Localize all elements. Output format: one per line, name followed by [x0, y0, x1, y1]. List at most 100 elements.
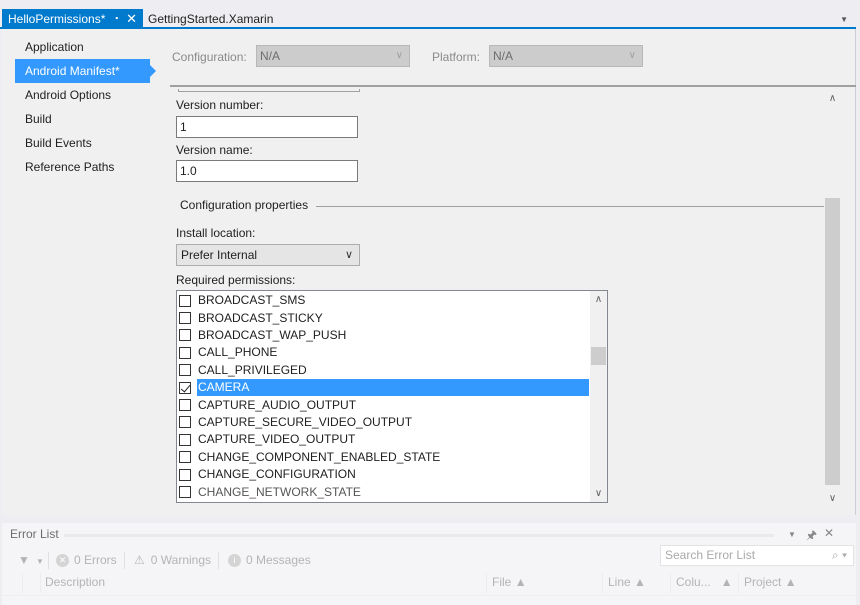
permission-checkbox[interactable]	[179, 433, 191, 446]
tab-getting-started[interactable]: GettingStarted.Xamarin	[146, 9, 273, 28]
permission-row[interactable]: CAPTURE_AUDIO_OUTPUT	[179, 396, 589, 413]
divider	[2, 595, 856, 596]
permissions-list[interactable]: BROADCAST_SMS BROADCAST_STICKY BROADCAST_W…	[176, 290, 608, 503]
column-label: Colu...	[676, 575, 711, 589]
properties-nav: Application Android Manifest* Android Op…	[2, 29, 162, 515]
nav-item-build-events[interactable]: Build Events	[25, 133, 92, 153]
scroll-down-icon[interactable]: ∨	[590, 485, 607, 502]
pin-icon[interactable]: ⬝	[115, 13, 118, 24]
permission-checkbox[interactable]	[179, 312, 191, 325]
warning-icon: ⚠	[134, 553, 145, 567]
permission-checkbox[interactable]	[179, 468, 191, 481]
permission-checkbox[interactable]	[179, 451, 191, 464]
permission-row[interactable]: BROADCAST_STICKY	[179, 309, 589, 326]
dropdown-arrow-icon[interactable]: ▼	[840, 15, 848, 24]
scroll-down-icon[interactable]: ∨	[824, 490, 841, 507]
configuration-label: Configuration:	[172, 50, 247, 64]
sort-asc-icon: ▲	[514, 575, 527, 589]
scrollbar-thumb[interactable]	[591, 347, 606, 365]
install-location-select[interactable]: Prefer Internal ∨	[176, 244, 360, 266]
configuration-properties-title: Configuration properties	[180, 198, 309, 212]
platform-select[interactable]: N/A ∨	[489, 45, 643, 67]
page-scrollbar[interactable]: ∧ ∨	[824, 87, 841, 504]
chevron-down-icon: ∨	[628, 50, 636, 61]
permission-name: CHANGE_NETWORK_STATE	[198, 484, 361, 499]
error-list-panel: Error List ▼ 🖈 ✕ ▼ ▼ ✕ 0 Errors ⚠ 0 Warn…	[2, 523, 856, 605]
scroll-up-icon[interactable]: ∧	[824, 90, 841, 107]
configuration-select[interactable]: N/A ∨	[256, 45, 410, 67]
search-error-list-input[interactable]: Search Error List ⌕ ▾	[660, 545, 854, 566]
permission-row[interactable]: BROADCAST_WAP_PUSH	[179, 327, 589, 344]
permission-row[interactable]: CHANGE_NETWORK_STATE	[179, 483, 589, 500]
permission-name: CAPTURE_AUDIO_OUTPUT	[198, 397, 357, 412]
warnings-count: 0 Warnings	[150, 553, 212, 567]
column-header-project[interactable]: Project ▲	[744, 575, 797, 589]
separator	[124, 552, 125, 569]
permission-checkbox[interactable]	[179, 399, 191, 412]
sort-asc-icon: ▲	[784, 575, 797, 589]
nav-item-android-manifest[interactable]: Android Manifest*	[15, 59, 156, 83]
permission-checkbox[interactable]	[179, 416, 191, 429]
manifest-content: Version number: 1 Version name: 1.0 Conf…	[170, 87, 824, 515]
column-header-line[interactable]: Line ▲	[608, 575, 646, 589]
scrollbar-thumb[interactable]	[825, 198, 840, 485]
scroll-up-icon[interactable]: ∧	[590, 291, 607, 308]
install-location-label: Install location:	[176, 226, 256, 240]
panel-grip[interactable]	[64, 534, 774, 537]
permission-name: BROADCAST_WAP_PUSH	[198, 327, 347, 342]
version-number-input[interactable]: 1	[176, 116, 358, 138]
nav-item-application[interactable]: Application	[25, 37, 84, 57]
sort-asc-icon: ▲	[634, 575, 646, 589]
platform-label: Platform:	[432, 50, 481, 64]
close-icon[interactable]: ✕	[126, 11, 137, 27]
tab-hello-permissions[interactable]: HelloPermissions* ⬝ ✕	[2, 9, 143, 28]
messages-filter-button[interactable]: i 0 Messages	[228, 553, 311, 567]
nav-item-build[interactable]: Build	[25, 109, 52, 129]
configuration-value: N/A	[260, 49, 281, 63]
permission-checkbox[interactable]	[179, 329, 191, 342]
version-name-input[interactable]: 1.0	[176, 160, 358, 182]
permission-checkbox[interactable]	[179, 486, 191, 499]
search-placeholder: Search Error List	[665, 548, 756, 562]
column-separator	[40, 573, 41, 593]
permission-row[interactable]: CALL_PHONE	[179, 344, 589, 361]
error-list-title: Error List	[10, 527, 59, 541]
permission-row[interactable]: CHANGE_COMPONENT_ENABLED_STATE	[179, 449, 589, 466]
permission-row[interactable]: CAPTURE_SECURE_VIDEO_OUTPUT	[179, 414, 589, 431]
errors-count: 0 Errors	[74, 553, 117, 567]
nav-item-android-options[interactable]: Android Options	[25, 85, 111, 105]
tab-label: GettingStarted.Xamarin	[148, 11, 274, 26]
column-separator	[670, 573, 671, 593]
permission-checkbox[interactable]	[179, 381, 191, 394]
warnings-filter-button[interactable]: ⚠ 0 Warnings	[134, 553, 211, 567]
column-header-column[interactable]: Colu... ▲	[676, 575, 733, 589]
permission-row[interactable]: CHANGE_CONFIGURATION	[179, 466, 589, 483]
error-icon: ✕	[56, 553, 69, 567]
column-separator	[486, 573, 487, 593]
search-icon[interactable]: ⌕ ▾	[832, 546, 847, 565]
column-header-file[interactable]: File ▲	[492, 575, 527, 589]
group-divider	[316, 206, 824, 207]
permission-row[interactable]: BROADCAST_SMS	[179, 292, 589, 309]
pin-icon[interactable]: 🖈	[806, 526, 817, 547]
close-icon[interactable]: ✕	[824, 526, 834, 540]
filter-icon[interactable]: ▼	[18, 553, 30, 567]
permission-row[interactable]: CAPTURE_VIDEO_OUTPUT	[179, 431, 589, 448]
permission-checkbox[interactable]	[179, 346, 191, 359]
permission-checkbox[interactable]	[179, 294, 191, 307]
column-header-description[interactable]: Description	[45, 575, 105, 589]
version-name-value: 1.0	[180, 164, 197, 178]
permission-checkbox[interactable]	[179, 364, 191, 377]
dropdown-arrow-icon[interactable]: ▼	[788, 530, 796, 539]
filter-dropdown-icon[interactable]: ▼	[36, 557, 44, 566]
permission-name: BROADCAST_STICKY	[198, 310, 323, 325]
permission-name: CHANGE_CONFIGURATION	[198, 467, 356, 482]
permission-row[interactable]: CALL_PRIVILEGED	[179, 362, 589, 379]
permission-row[interactable]: CAMERA	[179, 379, 589, 397]
errors-filter-button[interactable]: ✕ 0 Errors	[56, 553, 117, 567]
column-separator	[738, 573, 739, 593]
info-icon: i	[228, 553, 241, 567]
nav-item-reference-paths[interactable]: Reference Paths	[25, 157, 114, 177]
column-label: Project	[744, 575, 782, 589]
permissions-scrollbar[interactable]: ∧ ∨	[590, 291, 607, 502]
